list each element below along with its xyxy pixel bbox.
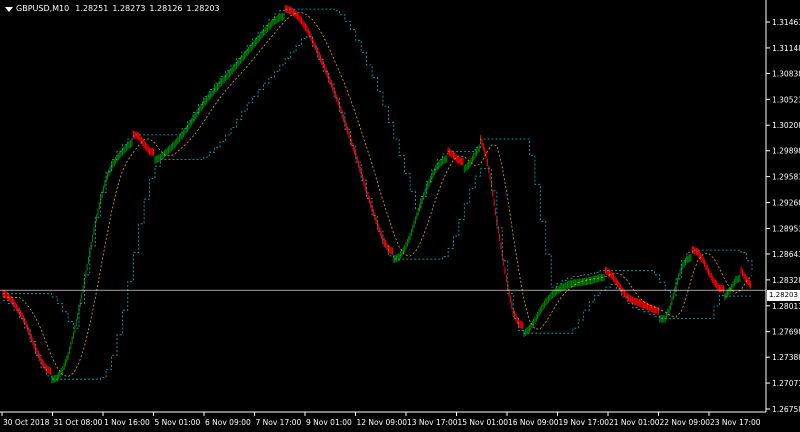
time-tick-label: 6 Nov 09:00	[205, 418, 251, 427]
time-tick-label: 21 Nov 01:00	[609, 418, 660, 427]
price-axis: 1.31463 1.31148 1.30838 1.30523 1.30208 1.298…	[766, 18, 800, 414]
price-tick-label: 1.27698	[772, 328, 800, 337]
time-axis: 30 Oct 2018 31 Oct 08:00 1 Nov 16:00 5 Nov …	[1, 412, 761, 427]
price-tick-label: 1.28643	[772, 250, 800, 259]
price-tick-label: 1.28953	[772, 224, 800, 233]
chart-window[interactable]: 1.31463 1.31148 1.30838 1.30523 1.30208 1.298…	[0, 0, 800, 432]
time-tick-label: 12 Nov 09:00	[357, 418, 408, 427]
time-tick-label: 22 Nov 09:00	[660, 418, 711, 427]
chart-header: GBPUSD,M10 1.28251 1.28273 1.28126 1.282…	[2, 3, 224, 15]
price-tick-label: 1.30208	[772, 121, 800, 130]
current-price-label: 1.28203	[767, 290, 800, 301]
time-tick-label: 1 Nov 16:00	[104, 418, 150, 427]
open-value: 1.28251	[75, 4, 109, 13]
high-value: 1.28273	[112, 4, 146, 13]
time-tick-label: 31 Oct 08:00	[54, 418, 103, 427]
time-tick-label: 5 Nov 01:00	[155, 418, 201, 427]
symbol-label: GBPUSD,M10	[16, 4, 70, 13]
time-tick-label: 19 Nov 17:00	[559, 418, 610, 427]
price-chart[interactable]: 1.31463 1.31148 1.30838 1.30523 1.30208 1.298…	[0, 0, 800, 432]
price-tick-label: 1.29583	[772, 173, 800, 182]
time-tick-label: 16 Nov 09:00	[508, 418, 559, 427]
upper-band-line	[3, 8, 753, 329]
price-tick-label: 1.30838	[772, 69, 800, 78]
histogram-bars	[2, 5, 752, 384]
time-tick-label: 7 Nov 17:00	[256, 418, 302, 427]
time-tick-label: 23 Nov 17:00	[710, 418, 761, 427]
price-tick-label: 1.27073	[772, 379, 800, 388]
price-tick-label: 1.29898	[772, 147, 800, 156]
lower-band-line	[3, 35, 752, 380]
channel-bands	[2, 8, 753, 380]
price-tick-label: 1.31463	[772, 18, 800, 27]
time-tick-label: 15 Nov 01:00	[458, 418, 509, 427]
price-tick-label: 1.28328	[772, 276, 800, 285]
price-tick-label: 1.28013	[772, 302, 800, 311]
price-tick-label: 1.30523	[772, 95, 800, 104]
price-tick-label: 1.29268	[772, 199, 800, 208]
close-value: 1.28203	[186, 4, 220, 13]
time-tick-label: 30 Oct 2018	[3, 418, 50, 427]
price-tick-label: 1.26758	[772, 405, 800, 414]
chart-menu-triangle-icon[interactable]	[5, 6, 13, 12]
price-tick-label: 1.27388	[772, 353, 800, 362]
signal-line	[2, 11, 753, 378]
time-tick-label: 9 Nov 01:00	[306, 418, 352, 427]
low-value: 1.28126	[149, 4, 183, 13]
time-tick-label: 13 Nov 17:00	[407, 418, 458, 427]
price-tick-label: 1.31148	[772, 44, 800, 53]
